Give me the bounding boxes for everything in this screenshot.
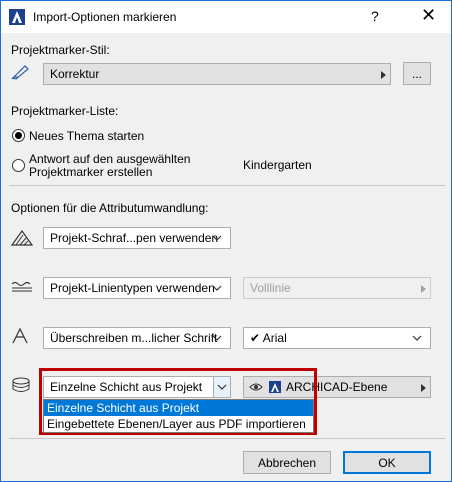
font-conversion-dropdown[interactable]: Überschreiben m...licher Schrift <box>43 327 231 349</box>
marker-list-label: Projektmarker-Liste: <box>11 104 119 118</box>
window-title: Import-Optionen markieren <box>33 10 177 24</box>
font-secondary-dropdown[interactable]: ✔ Arial <box>243 327 431 349</box>
checkmark-icon: ✔ <box>250 331 261 345</box>
title-bar: Import-Optionen markieren ? ✕ <box>1 1 451 33</box>
submenu-arrow-icon <box>381 71 386 79</box>
archicad-app-icon <box>9 9 25 25</box>
layer-option-embedded[interactable]: Eingebettete Ebenen/Layer aus PDF import… <box>44 416 313 432</box>
layers-icon <box>12 377 30 392</box>
linetype-secondary-selector: Volllinie <box>243 277 431 299</box>
marker-style-label: Projektmarker-Stil: <box>11 43 110 57</box>
ok-button[interactable]: OK <box>343 451 431 474</box>
radio-reply-marker-label: Antwort auf den ausgewählten Projektmark… <box>29 152 191 179</box>
line-type-icon <box>11 281 32 292</box>
conversion-options-label: Optionen für die Attributumwandlung: <box>11 201 209 215</box>
chevron-down-icon <box>212 285 222 291</box>
radio-new-topic-label: Neues Thema starten <box>29 129 145 143</box>
footer-divider <box>9 438 445 439</box>
font-icon <box>12 327 28 344</box>
fill-conversion-value: Projekt-Schraf...pen verwenden <box>50 231 219 245</box>
close-button[interactable]: ✕ <box>421 5 436 26</box>
submenu-arrow-icon <box>421 285 426 293</box>
linetype-conversion-dropdown[interactable]: Projekt-Linientypen verwenden <box>43 277 231 299</box>
section-divider <box>9 185 445 186</box>
chevron-down-icon <box>412 335 422 341</box>
cancel-button[interactable]: Abbrechen <box>243 451 331 474</box>
marker-style-selector[interactable]: Korrektur <box>43 63 391 85</box>
layer-option-single[interactable]: Einzelne Schicht aus Projekt <box>44 400 313 416</box>
fill-pattern-icon <box>11 229 33 246</box>
chevron-down-icon <box>212 235 222 241</box>
import-options-dialog: Import-Optionen markieren ? ✕ Projektmar… <box>0 0 452 482</box>
linetype-secondary-value: Volllinie <box>250 281 291 295</box>
radio-new-topic[interactable] <box>12 129 25 142</box>
linetype-conversion-value: Projekt-Linientypen verwenden <box>50 281 215 295</box>
font-secondary-value: Arial <box>262 331 287 345</box>
chevron-down-icon <box>212 335 222 341</box>
marker-style-more-button[interactable]: ... <box>403 62 431 85</box>
font-conversion-value: Überschreiben m...licher Schrift <box>50 331 218 345</box>
help-button[interactable]: ? <box>371 8 379 24</box>
fill-conversion-dropdown[interactable]: Projekt-Schraf...pen verwenden <box>43 227 231 249</box>
submenu-arrow-icon <box>421 384 426 392</box>
marker-style-value: Korrektur <box>50 67 100 81</box>
marker-pen-icon <box>11 65 29 80</box>
layer-options-list[interactable]: Einzelne Schicht aus Projekt Eingebettet… <box>43 399 314 433</box>
reply-target-name: Kindergarten <box>243 158 312 172</box>
radio-reply-marker[interactable] <box>12 159 25 172</box>
